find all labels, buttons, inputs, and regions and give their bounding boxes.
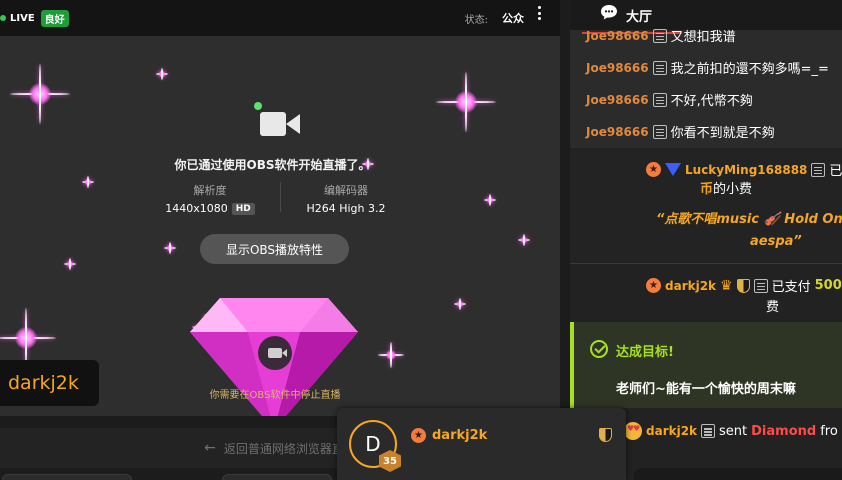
- document-icon: [811, 162, 826, 177]
- chat-messages: Joe98666 又想扣我谱 Joe98666 我之前扣的還不夠多嗎=_= Jo…: [570, 28, 842, 148]
- star-badge-icon: ★: [411, 428, 426, 443]
- sparkle-icon: [64, 258, 76, 270]
- sparkle-icon: [0, 308, 56, 368]
- codec-block: 编解码器 H264 High 3.2: [296, 182, 396, 215]
- chat-text: 我之前扣的還不夠多嗎=_=: [670, 62, 829, 77]
- shield-icon: [599, 428, 612, 442]
- chat-input[interactable]: [634, 468, 842, 480]
- chat-text: 又想扣我谱: [670, 30, 736, 45]
- document-icon: [753, 278, 768, 293]
- app-root: LIVE 良好 状态: 公众 你已通过使用OBS软件开始直播了。 解析度 144…: [0, 0, 842, 480]
- star-badge-icon: ★: [646, 278, 661, 293]
- heart-eyes-emoji-icon: [624, 422, 642, 440]
- chat-text: 不好,代幣不夠: [670, 94, 753, 109]
- live-label: LIVE: [10, 12, 35, 24]
- document-icon: [652, 28, 667, 43]
- tip-username[interactable]: LuckyMing168888: [685, 163, 807, 177]
- shield-icon: [736, 278, 750, 293]
- chat-message: Joe98666 我之前扣的還不夠多嗎=_=: [586, 58, 829, 77]
- resolution-block: 解析度 1440x1080 HD: [160, 182, 260, 215]
- hd-badge: HD: [231, 202, 255, 215]
- chat-title: 大厅: [626, 9, 653, 25]
- tip-line2: 费: [766, 300, 780, 315]
- document-icon: [652, 124, 667, 139]
- goal-title: 达成目标!: [616, 345, 674, 360]
- stop-in-obs-message: 你需要在OBS软件中停止直播: [209, 390, 341, 401]
- viewer-name[interactable]: darkj2k: [432, 428, 487, 443]
- gift-message: darkj2k sent Diamond fro: [624, 422, 838, 440]
- tip-message: ★ darkj2k ♛ 已支付 500: [646, 276, 842, 295]
- document-icon: [701, 424, 716, 438]
- chat-text: 你看不到就是不夠: [670, 126, 775, 141]
- chat-message: Joe98666 不好,代幣不夠: [586, 90, 753, 109]
- codec-value: H264 High 3.2: [306, 202, 386, 215]
- more-options-icon[interactable]: [532, 4, 546, 22]
- song-request: “点歌不唱music 🎻 Hold On: [656, 212, 842, 227]
- spec-divider: [280, 182, 281, 212]
- camera-off-icon: [258, 336, 292, 370]
- tip-text: 已: [829, 164, 842, 179]
- document-icon: [652, 60, 667, 75]
- chat-message: Joe98666 你看不到就是不夠: [586, 122, 775, 141]
- tip-amount: 500: [814, 278, 842, 293]
- sparkle-icon: [164, 242, 176, 254]
- chat-username[interactable]: Joe98666: [586, 29, 649, 43]
- sparkle-icon: [436, 72, 496, 132]
- sparkle-icon: [518, 234, 530, 246]
- tip-username[interactable]: darkj2k: [665, 279, 716, 293]
- back-arrow-icon: ←: [204, 440, 216, 456]
- codec-label: 编解码器: [324, 184, 368, 197]
- gift-username[interactable]: darkj2k: [646, 424, 697, 438]
- connection-quality-badge: 良好: [40, 9, 69, 27]
- gift-item: Diamond: [751, 423, 817, 439]
- star-badge-icon: ★: [646, 162, 661, 177]
- bottom-pill[interactable]: [2, 474, 132, 480]
- chat-bubble-icon: [601, 5, 617, 20]
- status-label: 状态:: [464, 14, 488, 26]
- sparkle-icon: [378, 342, 404, 368]
- resolution-label: 解析度: [193, 184, 227, 197]
- song-artist: aespa”: [750, 234, 802, 249]
- resolution-value: 1440x1080: [165, 202, 228, 215]
- streamer-name-chip: darkj2k: [0, 360, 99, 406]
- stream-topbar: LIVE 良好 状态: 公众: [0, 0, 560, 36]
- viewer-profile-card[interactable]: D 35 ★ darkj2k: [337, 408, 626, 480]
- chat-username[interactable]: Joe98666: [586, 125, 649, 139]
- stream-preview: 你已通过使用OBS软件开始直播了。 解析度 1440x1080 HD 编解码器 …: [0, 36, 560, 416]
- chat-message: Joe98666 又想扣我谱: [586, 26, 736, 45]
- bottom-pill[interactable]: [222, 474, 332, 480]
- goal-check-icon: [590, 340, 608, 358]
- tip-message: ★ LuckyMing168888 已 币的小费 “点歌不唱music 🎻 Ho…: [570, 150, 842, 262]
- sparkle-icon: [156, 68, 168, 80]
- status-value[interactable]: 公众: [502, 10, 524, 26]
- goal-reached-banner: 达成目标! 老师们~能有一个愉快的周末嘛: [570, 322, 842, 408]
- show-obs-properties-button[interactable]: 显示OBS播放特性: [200, 234, 349, 264]
- tier-badge-icon: [665, 163, 681, 176]
- sparkle-icon: [454, 298, 466, 310]
- document-icon: [652, 92, 667, 107]
- sparkle-icon: [10, 64, 70, 124]
- chat-username[interactable]: Joe98666: [586, 93, 649, 107]
- live-indicator-icon: [0, 15, 6, 21]
- video-camera-icon: [254, 102, 302, 144]
- tip-line2: 币的小费: [700, 182, 753, 197]
- chat-username[interactable]: Joe98666: [586, 61, 649, 75]
- obs-streaming-message: 你已通过使用OBS软件开始直播了。: [174, 158, 371, 172]
- chat-separator: [570, 263, 842, 264]
- crown-icon: ♛: [720, 277, 733, 294]
- sparkle-icon: [484, 194, 496, 206]
- sparkle-icon: [82, 176, 94, 188]
- goal-text: 老师们~能有一个愉快的周末嘛: [616, 382, 796, 397]
